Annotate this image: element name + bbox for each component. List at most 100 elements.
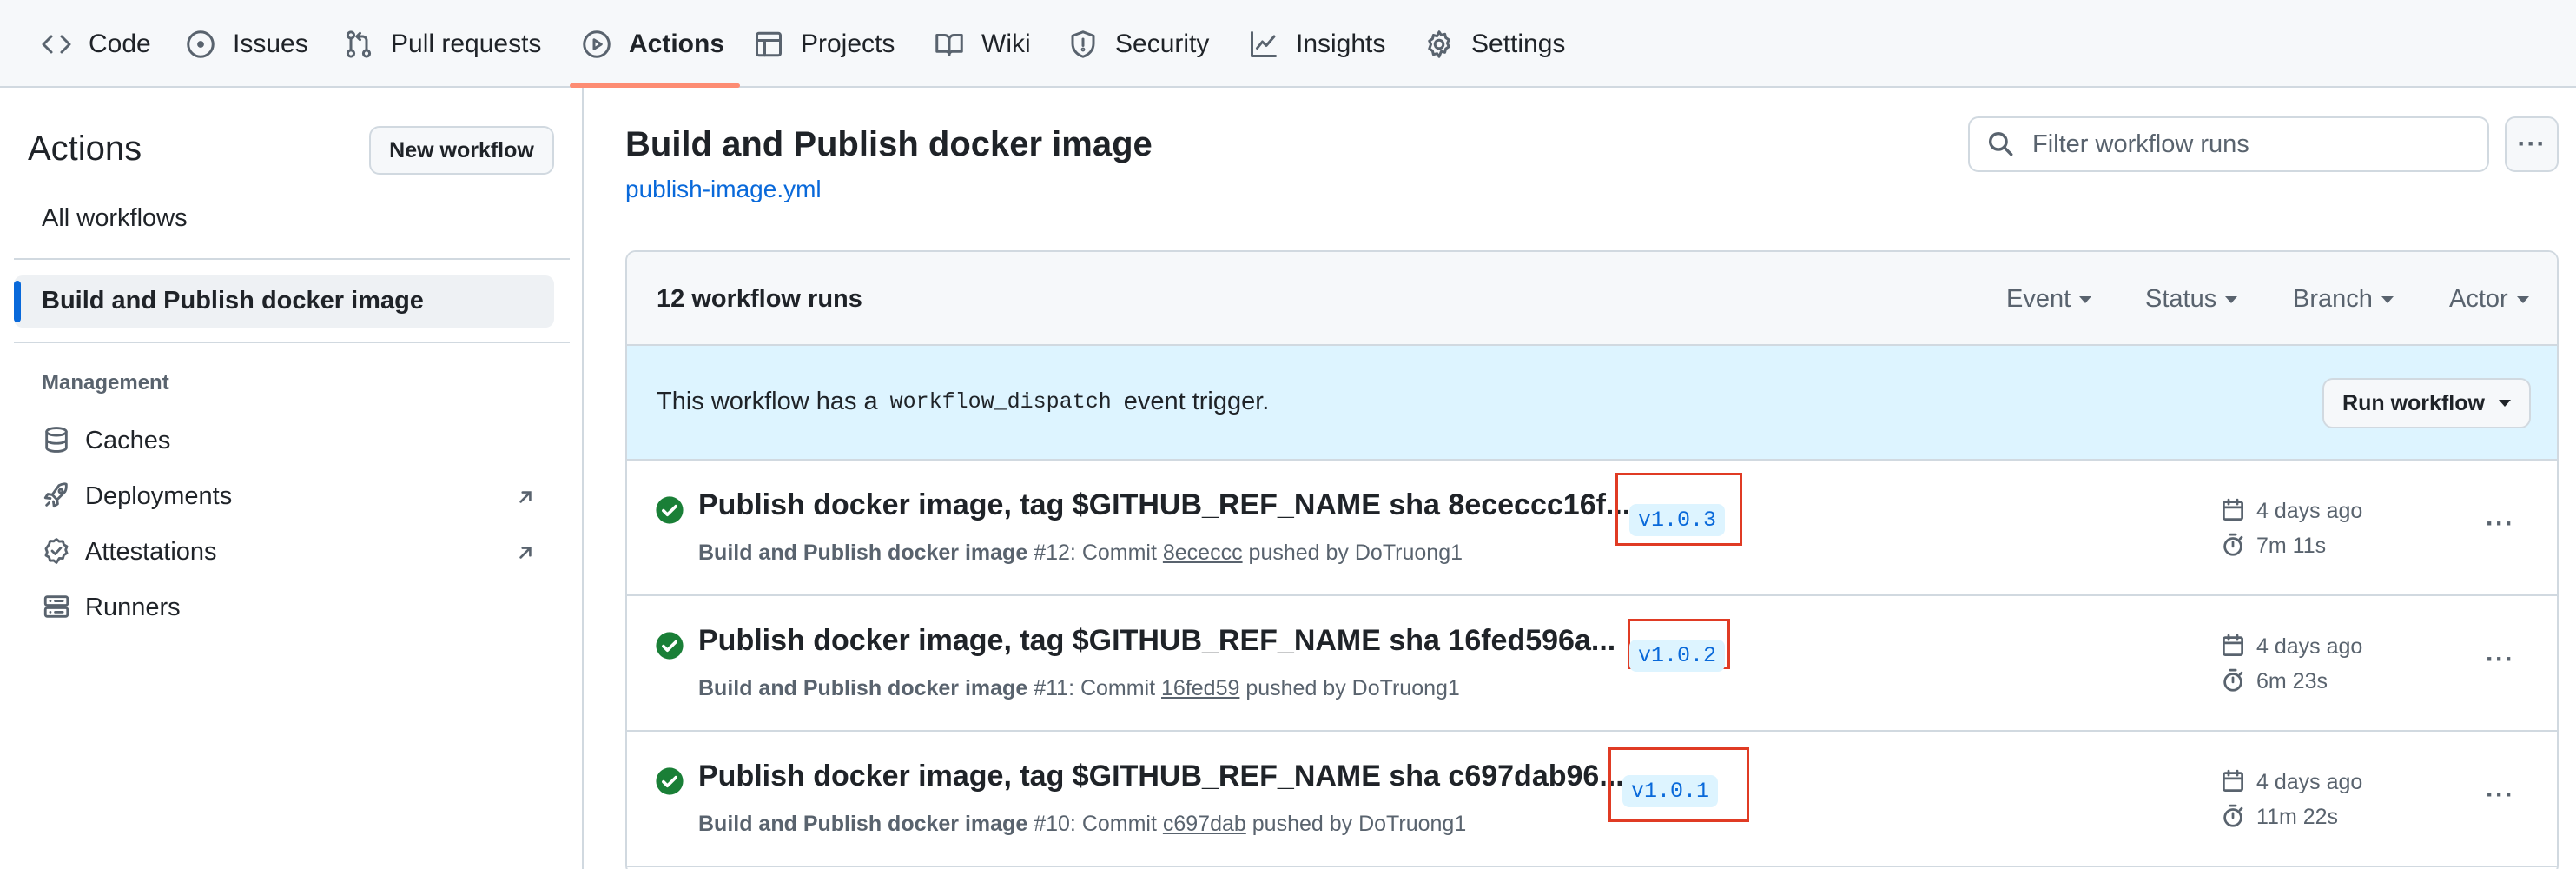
tab-label: Issues [233,29,308,58]
tab-actions[interactable]: Actions [570,0,741,88]
check-circle-icon [655,631,684,660]
caret-down-icon [2225,295,2238,303]
tab-projects[interactable]: Projects [752,0,895,88]
dispatch-code: workflow_dispatch [889,389,1112,415]
tab-label: Settings [1471,29,1566,58]
stopwatch-icon [2220,803,2248,831]
rocket-icon [42,481,73,512]
calendar-icon [2220,768,2248,796]
commit-sha-link[interactable]: 8ececcc [1163,541,1243,565]
run-when: 4 days ago [2256,498,2363,523]
verified-icon [42,536,73,567]
filter-label: Actor [2449,285,2508,313]
branch-tag[interactable]: v1.0.3 [1629,504,1726,536]
status-filter-dropdown[interactable]: Status [2145,285,2238,314]
run-duration: 7m 11s [2220,532,2326,560]
tab-code[interactable]: Code [40,0,151,88]
workflow-file-link[interactable]: publish-image.yml [625,176,822,203]
run-options-button[interactable]: ··· [2486,509,2514,539]
run-when: 4 days ago [2256,634,2363,659]
sidebar-divider [14,258,570,260]
run-options-button[interactable]: ··· [2486,645,2514,674]
event-filter-dropdown[interactable]: Event [2006,285,2092,314]
workflow-runs-box: 12 workflow runs Event Status Branch Act… [625,250,2559,869]
run-number: #11 [1034,676,1069,700]
filter-label: Event [2006,285,2071,313]
run-number: #10 [1034,812,1070,836]
commit-sha-link[interactable]: 16fed59 [1161,676,1239,700]
server-icon [42,592,73,623]
more-options-button[interactable]: ··· [2505,116,2559,172]
run-duration-value: 11m 22s [2256,804,2339,829]
pushed-by: pushed by DoTruong1 [1248,541,1463,565]
run-workflow-button[interactable]: Run workflow [2322,378,2531,428]
sidebar-divider [14,342,570,343]
graph-icon [1247,28,1280,61]
run-duration: 6m 23s [2220,667,2328,695]
tab-label: Pull requests [391,29,542,58]
repo-nav: Code Issues Pull requests Actions Projec… [0,0,2576,88]
check-circle-icon [655,766,684,796]
sidebar-item-runners[interactable]: Runners [42,590,181,625]
run-duration-value: 6m 23s [2256,668,2328,693]
run-title[interactable]: Publish docker image, tag $GITHUB_REF_NA… [698,624,1615,658]
run-workflow-name: Build and Publish docker image [698,812,1028,836]
caret-down-icon [2498,400,2511,407]
search-icon [1985,129,2017,160]
branch-filter-dropdown[interactable]: Branch [2293,285,2394,314]
table-icon [752,28,785,61]
tab-label: Projects [801,29,895,58]
run-title[interactable]: Publish docker image, tag $GITHUB_REF_NA… [698,760,1624,793]
filter-runs-input[interactable] [2032,129,2484,159]
run-time: 4 days ago [2220,633,2362,660]
code-icon [40,28,73,61]
workflow-title: Build and Publish docker image [625,125,1153,163]
tab-issues[interactable]: Issues [184,0,308,88]
tab-pull-requests[interactable]: Pull requests [342,0,541,88]
caret-down-icon [2516,295,2529,303]
sidebar-item-attestations[interactable]: Attestations [42,534,217,569]
pushed-by: pushed by DoTruong1 [1245,676,1460,700]
branch-tag[interactable]: v1.0.1 [1622,775,1719,807]
caret-down-icon [2381,295,2394,303]
run-when: 4 days ago [2256,769,2363,794]
sidebar-item-deployments[interactable]: Deployments [42,479,232,514]
run-options-button[interactable]: ··· [2486,780,2514,810]
workflow-run-row[interactable]: Publish docker image, tag $GITHUB_REF_NA… [627,596,2557,732]
tab-label: Actions [629,29,725,58]
sidebar-item-label: Build and Publish docker image [42,287,424,315]
selected-tab-underline [570,83,741,88]
play-icon [580,28,613,61]
tab-wiki[interactable]: Wiki [933,0,1031,88]
external-link-icon [514,541,538,566]
runs-header: 12 workflow runs Event Status Branch Act… [627,252,2557,346]
tab-insights[interactable]: Insights [1247,0,1385,88]
branch-tag[interactable]: v1.0.2 [1629,640,1726,672]
tab-security[interactable]: Security [1067,0,1209,88]
pushed-by: pushed by DoTruong1 [1252,812,1467,836]
sidebar-item-build-and-publish[interactable]: Build and Publish docker image [14,275,554,328]
sidebar-title: Actions [28,129,142,168]
selected-indicator [14,281,21,322]
workflow-run-row[interactable]: Publish docker image, tag $GITHUB_REF_NA… [627,732,2557,867]
sidebar-item-label: Deployments [85,481,233,510]
tab-settings[interactable]: Settings [1423,0,1565,88]
run-workflow-name: Build and Publish docker image [698,541,1028,565]
tab-label: Wiki [981,29,1031,58]
run-title[interactable]: Publish docker image, tag $GITHUB_REF_NA… [698,488,1630,522]
commit-sha-link[interactable]: c697dab [1163,812,1246,836]
database-icon [42,425,73,456]
run-duration-value: 7m 11s [2256,533,2327,558]
all-workflows-link[interactable]: All workflows [42,204,188,233]
sidebar-item-label: Runners [85,593,181,621]
book-icon [933,28,966,61]
tab-label: Code [89,29,151,58]
actor-filter-dropdown[interactable]: Actor [2449,285,2529,314]
run-meta: Build and Publish docker image #12: Comm… [698,541,1463,566]
workflow-run-row[interactable]: Publish docker image, tag $GITHUB_REF_NA… [627,461,2557,596]
sidebar-item-caches[interactable]: Caches [42,423,170,458]
calendar-icon [2220,633,2248,660]
new-workflow-button[interactable]: New workflow [369,126,554,175]
run-number: #12 [1034,541,1070,565]
tab-label: Security [1115,29,1210,58]
